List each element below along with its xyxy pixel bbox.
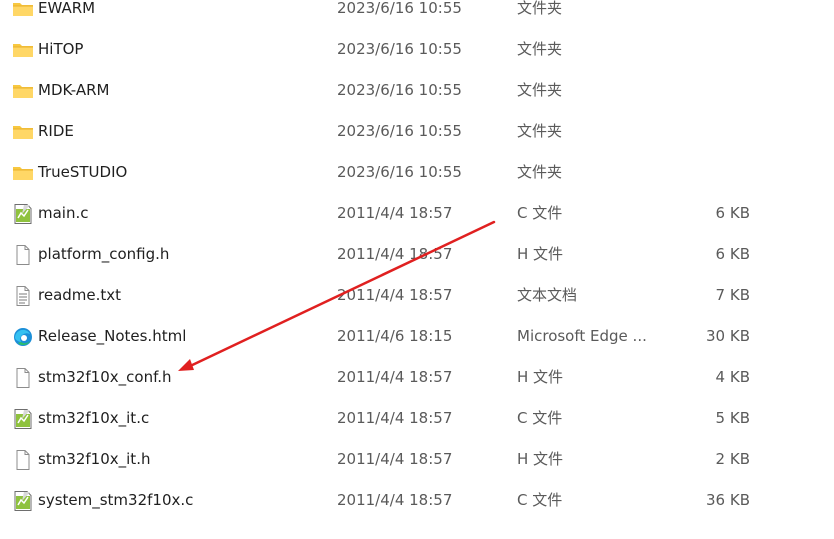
file-size: 36 KB [706,491,750,509]
file-date-modified: 2011/4/4 18:57 [337,409,453,427]
file-row[interactable]: system_stm32f10x.c 2011/4/4 18:57 C 文件 36 K… [0,481,834,519]
file-size: 7 KB [715,286,750,304]
file-row[interactable]: RIDE 2023/6/16 10:55 文件夹 [0,112,834,150]
file-type: C 文件 [517,409,563,427]
file-type: 文件夹 [517,122,563,140]
file-row[interactable]: main.c 2011/4/4 18:57 C 文件 6 KB [0,194,834,232]
file-size: 6 KB [715,204,750,222]
file-type: 文件夹 [517,81,563,99]
file-row[interactable]: stm32f10x_it.c 2011/4/4 18:57 C 文件 5 KB [0,399,834,437]
blank-file-icon [12,245,34,265]
text-file-icon [12,286,34,306]
file-type: 文本文档 [517,286,578,304]
file-name: MDK-ARM [38,81,110,99]
file-date-modified: 2011/4/6 18:15 [337,327,453,345]
file-name: stm32f10x_it.h [38,450,151,468]
file-date-modified: 2023/6/16 10:55 [337,163,462,181]
file-date-modified: 2023/6/16 10:55 [337,40,462,58]
file-name: stm32f10x_it.c [38,409,150,427]
edge-html-file-icon [12,327,34,347]
folder-icon [12,163,34,183]
file-row[interactable]: stm32f10x_conf.h 2011/4/4 18:57 H 文件 4 KB [0,358,834,396]
file-date-modified: 2011/4/4 18:57 [337,368,453,386]
file-row[interactable]: HiTOP 2023/6/16 10:55 文件夹 [0,30,834,68]
folder-icon [12,122,34,142]
file-date-modified: 2011/4/4 18:57 [337,286,453,304]
file-date-modified: 2023/6/16 10:55 [337,0,462,17]
file-row[interactable]: Release_Notes.html 2011/4/6 18:15 Microsof… [0,317,834,355]
file-type: 文件夹 [517,40,563,58]
file-name: stm32f10x_conf.h [38,368,172,386]
c-source-file-icon [12,204,34,224]
file-size: 4 KB [715,368,750,386]
file-type: C 文件 [517,204,563,222]
file-type: H 文件 [517,368,564,386]
file-date-modified: 2011/4/4 18:57 [337,204,453,222]
folder-icon [12,0,34,19]
file-type: H 文件 [517,450,564,468]
file-row[interactable]: TrueSTUDIO 2023/6/16 10:55 文件夹 [0,153,834,191]
file-type: H 文件 [517,245,564,263]
blank-file-icon [12,450,34,470]
file-name: RIDE [38,122,74,140]
file-size: 30 KB [706,327,750,345]
file-list: EWARM 2023/6/16 10:55 文件夹 HiTOP 2023/6/16 10… [0,0,834,539]
file-name: system_stm32f10x.c [38,491,194,509]
file-date-modified: 2011/4/4 18:57 [337,245,453,263]
file-type: C 文件 [517,491,563,509]
file-row[interactable]: MDK-ARM 2023/6/16 10:55 文件夹 [0,71,834,109]
file-date-modified: 2023/6/16 10:55 [337,122,462,140]
folder-icon [12,81,34,101]
file-date-modified: 2011/4/4 18:57 [337,450,453,468]
folder-icon [12,40,34,60]
file-date-modified: 2011/4/4 18:57 [337,491,453,509]
c-source-file-icon [12,491,34,511]
file-name: Release_Notes.html [38,327,187,345]
file-name: HiTOP [38,40,84,58]
file-row[interactable]: platform_config.h 2011/4/4 18:57 H 文件 6 KB [0,235,834,273]
file-size: 5 KB [715,409,750,427]
file-name: platform_config.h [38,245,170,263]
file-type: 文件夹 [517,0,563,17]
file-type: Microsoft Edge ... [517,327,647,345]
file-row[interactable]: readme.txt 2011/4/4 18:57 文本文档 7 KB [0,276,834,314]
file-row[interactable]: EWARM 2023/6/16 10:55 文件夹 [0,0,834,27]
file-size: 2 KB [715,450,750,468]
blank-file-icon [12,368,34,388]
file-name: readme.txt [38,286,122,304]
file-size: 6 KB [715,245,750,263]
file-name: main.c [38,204,89,222]
file-row[interactable]: stm32f10x_it.h 2011/4/4 18:57 H 文件 2 KB [0,440,834,478]
file-date-modified: 2023/6/16 10:55 [337,81,462,99]
file-type: 文件夹 [517,163,563,181]
c-source-file-icon [12,409,34,429]
file-name: EWARM [38,0,96,17]
file-name: TrueSTUDIO [38,163,128,181]
